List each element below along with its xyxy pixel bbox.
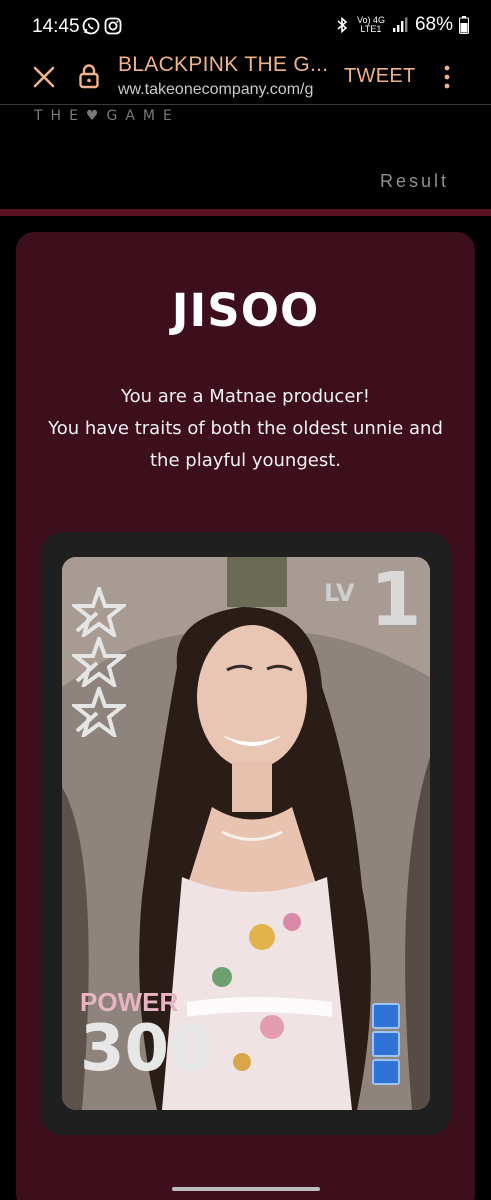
site-header: THE♥GAME Result (0, 105, 491, 209)
instagram-icon (104, 17, 122, 35)
lock-icon[interactable] (78, 63, 100, 89)
whatsapp-icon (82, 17, 100, 35)
description-line-2: You have traits of both the oldest unnie… (48, 418, 443, 439)
energy-cell (372, 1031, 400, 1057)
star-icon (72, 637, 126, 687)
battery-icon (459, 16, 469, 34)
more-options-icon[interactable] (440, 63, 454, 91)
tweet-button[interactable]: TWEET (344, 65, 416, 88)
star-icon (72, 587, 126, 637)
energy-cell (372, 1059, 400, 1085)
network-indicator: Vo) 4G LTE1 (356, 15, 385, 34)
status-bar: 14:45 Vo) 4G LTE1 68% (0, 0, 491, 52)
home-indicator[interactable] (172, 1187, 320, 1191)
level-label: LV (324, 579, 355, 607)
logo-subtitle: THE♥GAME (34, 108, 180, 124)
status-app-icons (82, 17, 122, 35)
bluetooth-icon (337, 16, 348, 34)
description-line-3: the playful youngest. (150, 450, 341, 471)
status-time: 14:45 (32, 16, 80, 37)
page-url[interactable]: ww.takeonecompany.com/g (118, 81, 330, 99)
energy-cell (372, 1003, 400, 1029)
header-stripe (0, 209, 491, 216)
page-title: BLACKPINK THE G... (118, 53, 329, 76)
close-icon[interactable] (30, 63, 58, 91)
star-icon (72, 687, 126, 737)
browser-toolbar: BLACKPINK THE G... ww.takeonecompany.com… (0, 52, 491, 104)
level-value: 1 (370, 557, 422, 643)
signal-icon (392, 17, 408, 32)
battery-percent: 68% (414, 14, 453, 35)
member-card-frame: LV 1 POWER 300 (41, 532, 451, 1135)
power-value: 300 (80, 1012, 214, 1086)
result-card: JISOO You are a Matnae producer! You hav… (16, 232, 475, 1200)
description-line-1: You are a Matnae producer! (120, 386, 371, 407)
status-right: Vo) 4G LTE1 68% (333, 14, 469, 36)
result-link[interactable]: Result (380, 171, 449, 192)
member-card: LV 1 POWER 300 (62, 557, 430, 1110)
member-name: JISOO (171, 284, 320, 337)
